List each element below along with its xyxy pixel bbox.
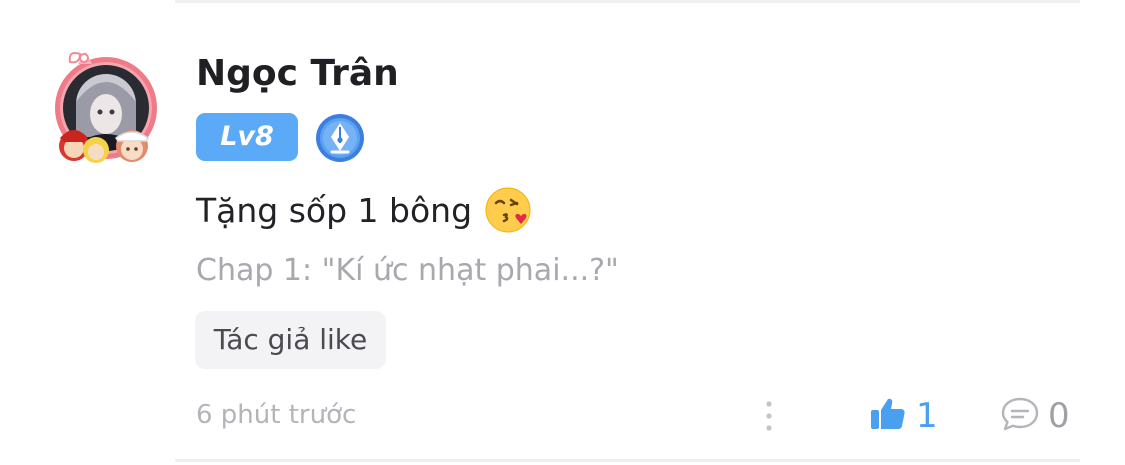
reply-button[interactable]: 0 [1000, 394, 1070, 438]
reply-count: 0 [1048, 396, 1070, 436]
avatar-image [55, 52, 157, 163]
fountain-pen-badge-icon [315, 113, 365, 163]
comment-bubble-icon [1000, 395, 1040, 437]
thumbs-up-icon [868, 395, 906, 437]
timestamp: 6 phút trước [196, 400, 357, 430]
face-blowing-kiss-emoji-icon [484, 186, 532, 234]
username[interactable]: Ngọc Trân [196, 53, 399, 94]
more-options-icon[interactable] [756, 396, 782, 436]
bottom-divider [175, 459, 1080, 462]
comment-text: Tặng sốp 1 bông [196, 186, 532, 234]
author-like-tag: Tác giả like [195, 311, 386, 369]
chapter-reference[interactable]: Chap 1: "Kí ức nhạt phai...?" [196, 253, 619, 288]
top-divider [175, 0, 1080, 3]
level-badge: Lv8 [196, 113, 298, 161]
like-count: 1 [916, 396, 938, 436]
avatar[interactable] [50, 42, 162, 170]
comment-body: Tặng sốp 1 bông [196, 190, 473, 230]
like-button[interactable]: 1 [868, 394, 938, 438]
